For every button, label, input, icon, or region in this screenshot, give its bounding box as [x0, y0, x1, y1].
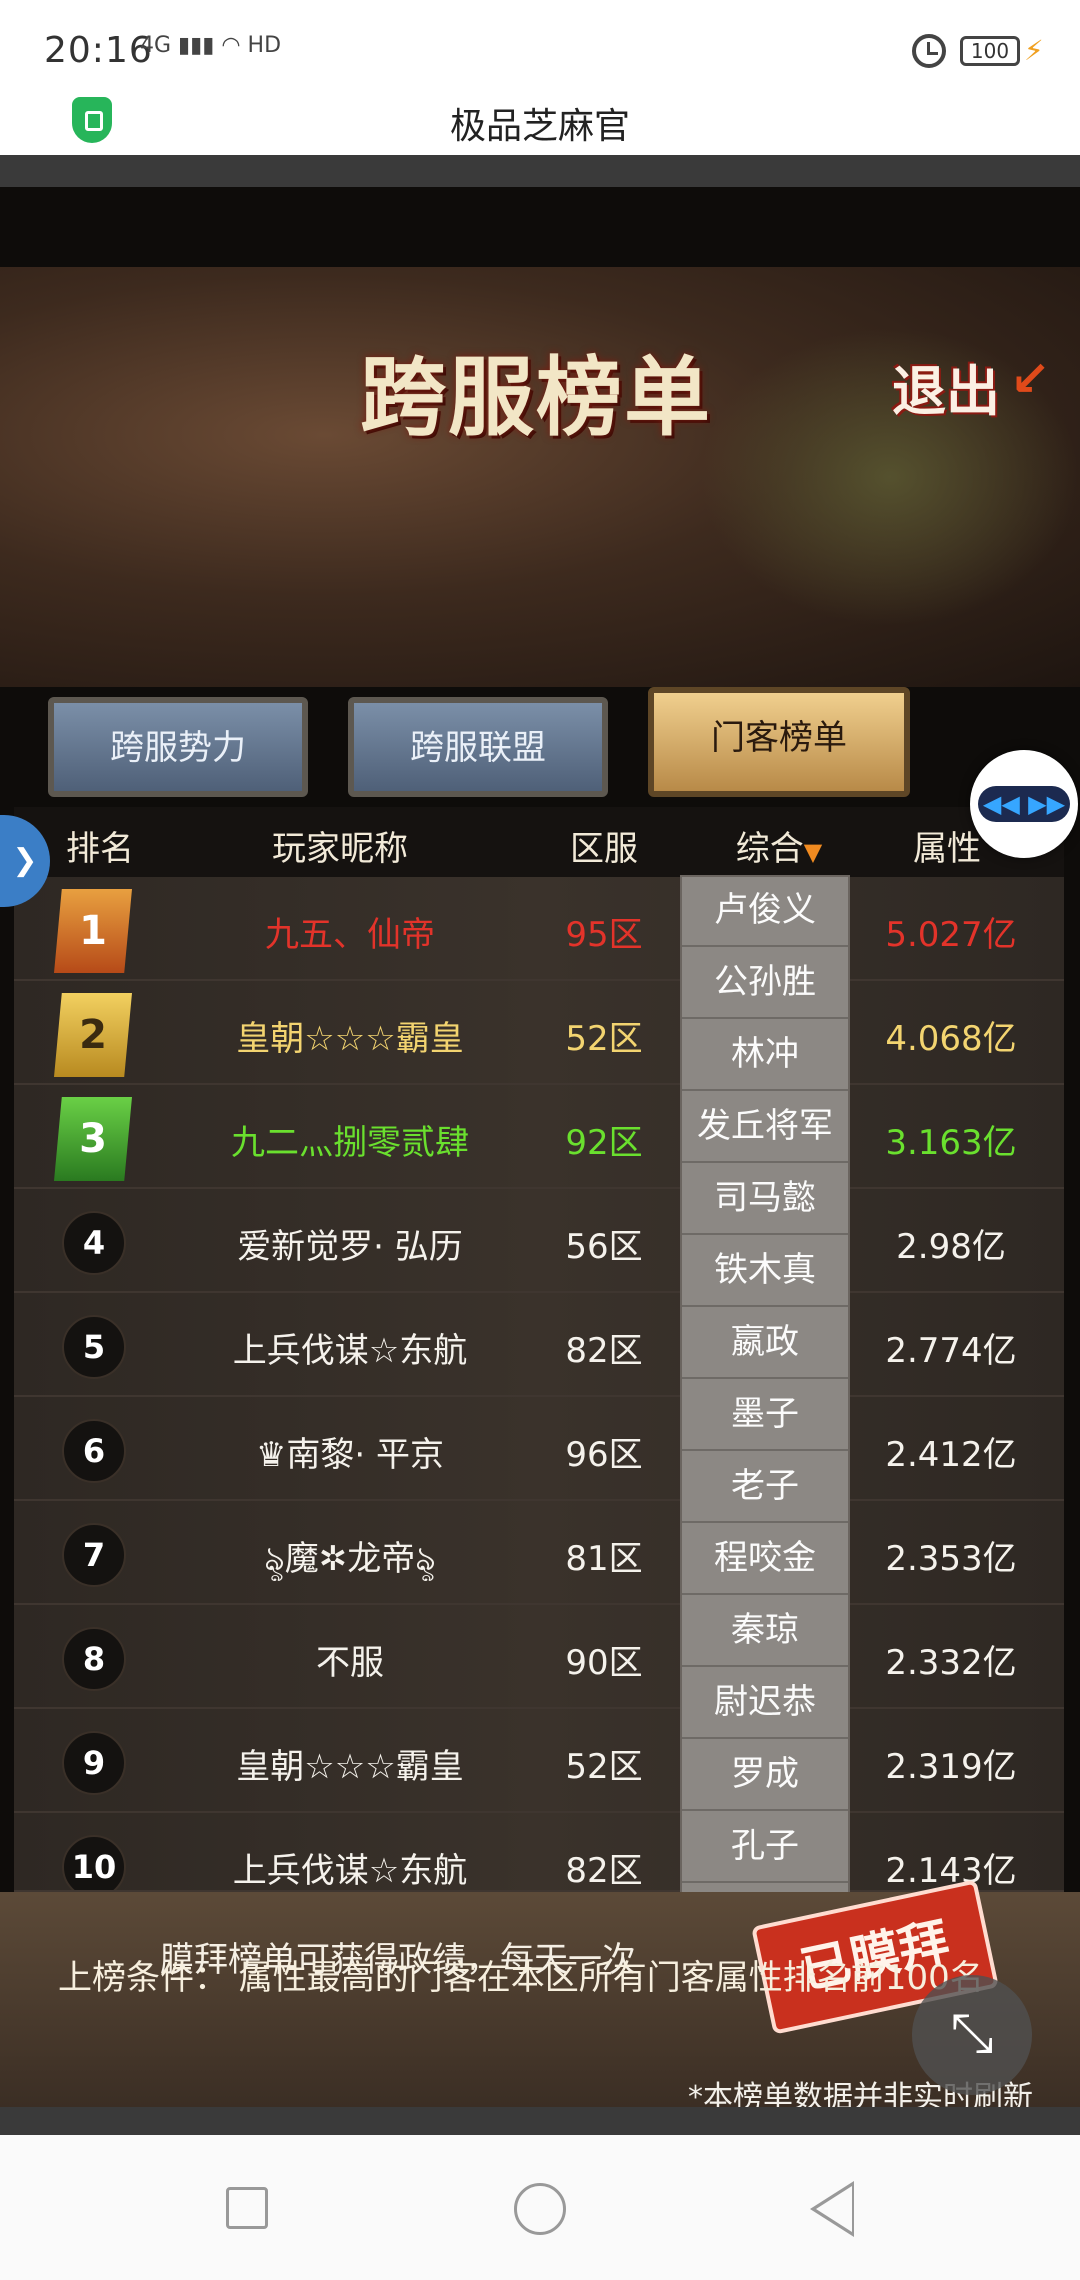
- rank-medal-2: 2: [54, 993, 132, 1077]
- player-name: 上兵伐谋☆东航: [232, 1331, 468, 1371]
- rank-badge: 9: [62, 1731, 126, 1795]
- rank-badge: 6: [62, 1419, 126, 1483]
- dropdown-option[interactable]: 老子: [682, 1453, 848, 1523]
- table-row[interactable]: 10 上兵伐谋☆东航 82区 2.143亿: [14, 1813, 1064, 1892]
- header-name: 玩家昵称: [272, 829, 408, 869]
- server: 95区: [565, 915, 643, 955]
- ranking-condition: 上榜条件： 属性最高的门客在本区所有门客属性排名前100名: [58, 1958, 984, 1998]
- dropdown-option[interactable]: 程咬金: [682, 1525, 848, 1595]
- dropdown-option[interactable]: 嬴政: [682, 1309, 848, 1379]
- rank-badge: 4: [62, 1211, 126, 1275]
- dropdown-option[interactable]: 铁木真: [682, 1237, 848, 1307]
- tab-cross-server-power[interactable]: 跨服势力: [48, 697, 308, 797]
- attribute-value: 3.163亿: [885, 1123, 1017, 1163]
- dropdown-option[interactable]: 司马懿: [682, 1165, 848, 1235]
- app-header: 极品芝麻官: [0, 85, 1080, 155]
- server: 52区: [565, 1747, 643, 1787]
- table-header: 排名 玩家昵称 区服 综合▼ 属性: [14, 807, 1064, 877]
- attribute-value: 4.068亿: [885, 1019, 1017, 1059]
- exit-button[interactable]: 退出: [892, 347, 1000, 426]
- app-title: 极品芝麻官: [449, 106, 630, 147]
- charging-icon: ⚡: [1024, 34, 1044, 67]
- table-row[interactable]: 5 上兵伐谋☆东航 82区 2.774亿: [14, 1293, 1064, 1397]
- player-name: 上兵伐谋☆东航: [232, 1851, 468, 1891]
- server: 82区: [565, 1331, 643, 1371]
- rank-badge: 8: [62, 1627, 126, 1691]
- system-nav-bar: [0, 2135, 1080, 2280]
- dropdown-option[interactable]: 尉迟恭: [682, 1669, 848, 1739]
- player-name: ৡ魔✲龙帝ৡ: [264, 1539, 436, 1579]
- attribute-value: 2.412亿: [885, 1435, 1017, 1475]
- table-row[interactable]: 6 ♛南黎· 平京 96区 2.412亿: [14, 1397, 1064, 1501]
- table-row[interactable]: 2 皇朝☆☆☆霸皇 52区 4.068亿: [14, 981, 1064, 1085]
- network-icon: 4G ▮▮▮ ◠ HD: [140, 33, 282, 58]
- player-name: ♛南黎· 平京: [255, 1435, 445, 1475]
- game-view: 跨服榜单 退出 ↙ 跨服势力 跨服联盟 门客榜单 排名 玩家昵称 区服 综合▼ …: [0, 187, 1080, 2107]
- frame-top-bar: [0, 155, 1080, 187]
- table-row[interactable]: 9 皇朝☆☆☆霸皇 52区 2.319亿: [14, 1709, 1064, 1813]
- dropdown-option[interactable]: 卢俊义: [682, 877, 848, 947]
- player-name: 皇朝☆☆☆霸皇: [236, 1747, 464, 1787]
- attribute-value: 2.774亿: [885, 1331, 1017, 1371]
- alarm-icon: [912, 34, 946, 68]
- table-row[interactable]: 4 爱新觉罗· 弘历 56区 2.98亿: [14, 1189, 1064, 1293]
- rank-badge: 10: [62, 1835, 126, 1890]
- server: 90区: [565, 1643, 643, 1683]
- rank-medal-3: 3: [54, 1097, 132, 1181]
- dropdown-option[interactable]: 墨子: [682, 1381, 848, 1451]
- attribute-value: 2.98亿: [896, 1227, 1006, 1267]
- home-icon[interactable]: [514, 2183, 566, 2235]
- server: 92区: [565, 1123, 643, 1163]
- table-row[interactable]: 7 ৡ魔✲龙帝ৡ 81区 2.353亿: [14, 1501, 1064, 1605]
- ranking-table: 排名 玩家昵称 区服 综合▼ 属性 1 九五、仙帝 95区 5.027亿 2 皇…: [14, 807, 1064, 1892]
- status-time: 20:16: [44, 30, 153, 71]
- dropdown-option[interactable]: 罗成: [682, 1741, 848, 1811]
- header-server: 区服: [570, 829, 638, 869]
- table-row[interactable]: 3 九二灬捌零贰肆 92区 3.163亿: [14, 1085, 1064, 1189]
- attribute-value: 5.027亿: [885, 915, 1017, 955]
- attribute-value: 2.332亿: [885, 1643, 1017, 1683]
- server: 96区: [565, 1435, 643, 1475]
- rank-medal-1: 1: [54, 889, 132, 973]
- filter-label: 综合: [735, 829, 804, 869]
- dropdown-option[interactable]: 发丘将军: [682, 1093, 848, 1163]
- recent-apps-icon[interactable]: [226, 2187, 268, 2229]
- server: 56区: [565, 1227, 643, 1267]
- banner: 跨服榜单 退出 ↙: [0, 267, 1080, 687]
- tab-cross-server-alliance[interactable]: 跨服联盟: [348, 697, 608, 797]
- float-ball-icon[interactable]: ◀◀ ▶▶: [970, 750, 1078, 858]
- player-name: 皇朝☆☆☆霸皇: [236, 1019, 464, 1059]
- float-ball-inner: ◀◀ ▶▶: [978, 786, 1070, 822]
- hd-label: HD: [247, 33, 282, 58]
- frame-bottom-bar: [0, 2107, 1080, 2135]
- table-row[interactable]: 1 九五、仙帝 95区 5.027亿: [14, 877, 1064, 981]
- player-name: 九二灬捌零贰肆: [231, 1123, 469, 1163]
- network-label: 4G: [140, 33, 172, 58]
- server: 81区: [565, 1539, 643, 1579]
- minimize-icon[interactable]: ⤡: [912, 1975, 1032, 2095]
- dropdown-option[interactable]: 公孙胜: [682, 949, 848, 1019]
- player-name: 九五、仙帝: [265, 915, 435, 955]
- banner-title: 跨服榜单: [360, 347, 712, 448]
- tab-retainer-ranking[interactable]: 门客榜单: [648, 687, 910, 797]
- rank-badge: 7: [62, 1523, 126, 1587]
- back-icon[interactable]: [810, 2181, 854, 2237]
- player-name: 爱新觉罗· 弘历: [237, 1227, 463, 1267]
- header-rank: 排名: [66, 829, 134, 869]
- dropdown-caret-icon: ▼: [803, 838, 823, 866]
- battery-icon: 100: [960, 36, 1020, 66]
- rank-badge: 5: [62, 1315, 126, 1379]
- filter-dropdown[interactable]: 综合▼: [704, 821, 854, 870]
- dropdown-option[interactable]: 孔子: [682, 1813, 848, 1883]
- dropdown-option[interactable]: 林冲: [682, 1021, 848, 1091]
- filter-dropdown-list[interactable]: 卢俊义 公孙胜 林冲 发丘将军 司马懿 铁木真 嬴政 墨子 老子 程咬金 秦琼 …: [680, 875, 850, 1895]
- attribute-value: 2.353亿: [885, 1539, 1017, 1579]
- exit-arrow-icon[interactable]: ↙: [1010, 351, 1060, 407]
- dropdown-option[interactable]: 秦琼: [682, 1597, 848, 1667]
- player-name: 不服: [316, 1643, 384, 1683]
- server: 82区: [565, 1851, 643, 1891]
- attribute-value: 2.319亿: [885, 1747, 1017, 1787]
- server: 52区: [565, 1019, 643, 1059]
- table-row[interactable]: 8 不服 90区 2.332亿: [14, 1605, 1064, 1709]
